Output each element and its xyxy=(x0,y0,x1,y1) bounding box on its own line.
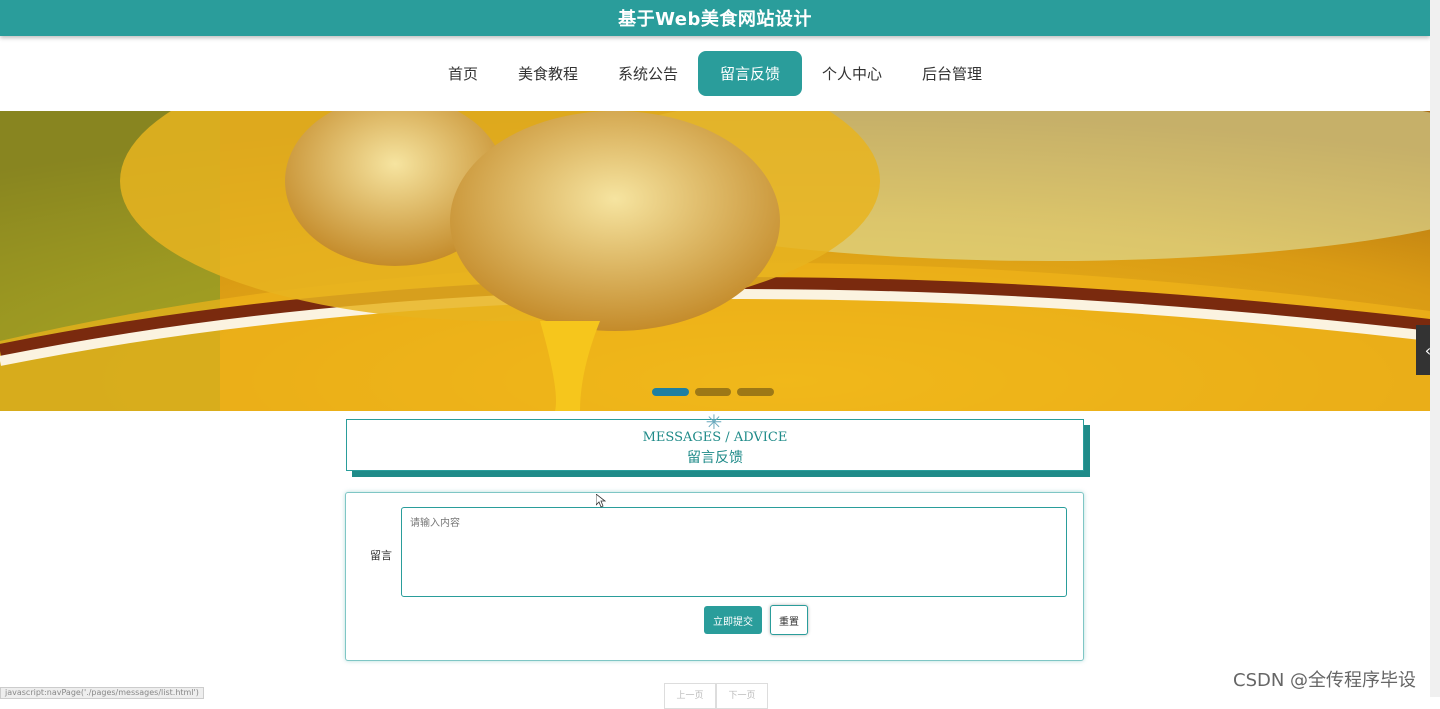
feedback-form: 留言 立即提交 重置 xyxy=(345,492,1084,661)
nav-item-feedback[interactable]: 留言反馈 xyxy=(698,51,803,96)
site-header: 基于Web美食网站设计 xyxy=(0,0,1430,36)
prev-page-button[interactable]: 上一页 xyxy=(664,683,716,709)
carousel-dot-active[interactable] xyxy=(652,388,689,396)
banner-image xyxy=(0,111,1430,411)
reset-button[interactable]: 重置 xyxy=(770,605,808,635)
carousel-dot[interactable] xyxy=(737,388,775,396)
carousel-dot[interactable] xyxy=(694,388,732,396)
banner-carousel[interactable] xyxy=(0,111,1430,411)
message-label: 留言 xyxy=(370,549,392,562)
nav-item-announcements[interactable]: 系统公告 xyxy=(598,53,698,94)
nav-item-admin[interactable]: 后台管理 xyxy=(902,53,1002,94)
next-page-button[interactable]: 下一页 xyxy=(716,683,768,709)
submit-button[interactable]: 立即提交 xyxy=(704,606,762,634)
spinner-icon: ✳ xyxy=(705,410,723,434)
nav-item-home[interactable]: 首页 xyxy=(428,53,498,94)
nav-item-profile[interactable]: 个人中心 xyxy=(802,53,902,94)
site-title: 基于Web美食网站设计 xyxy=(618,9,812,30)
watermark: CSDN @全传程序毕设 xyxy=(1233,670,1417,691)
nav-item-recipes[interactable]: 美食教程 xyxy=(498,53,598,94)
mouse-cursor-icon xyxy=(596,494,606,508)
page-scrollbar[interactable] xyxy=(1430,0,1440,697)
message-textarea[interactable] xyxy=(401,507,1067,597)
carousel-indicator xyxy=(652,388,780,396)
browser-status-bar: javascript:navPage('./pages/messages/lis… xyxy=(0,687,204,699)
section-title-zh: 留言反馈 xyxy=(687,450,743,466)
main-nav: 首页 美食教程 系统公告 留言反馈 个人中心 后台管理 xyxy=(0,36,1430,111)
pagination: 上一页 下一页 xyxy=(664,683,768,709)
